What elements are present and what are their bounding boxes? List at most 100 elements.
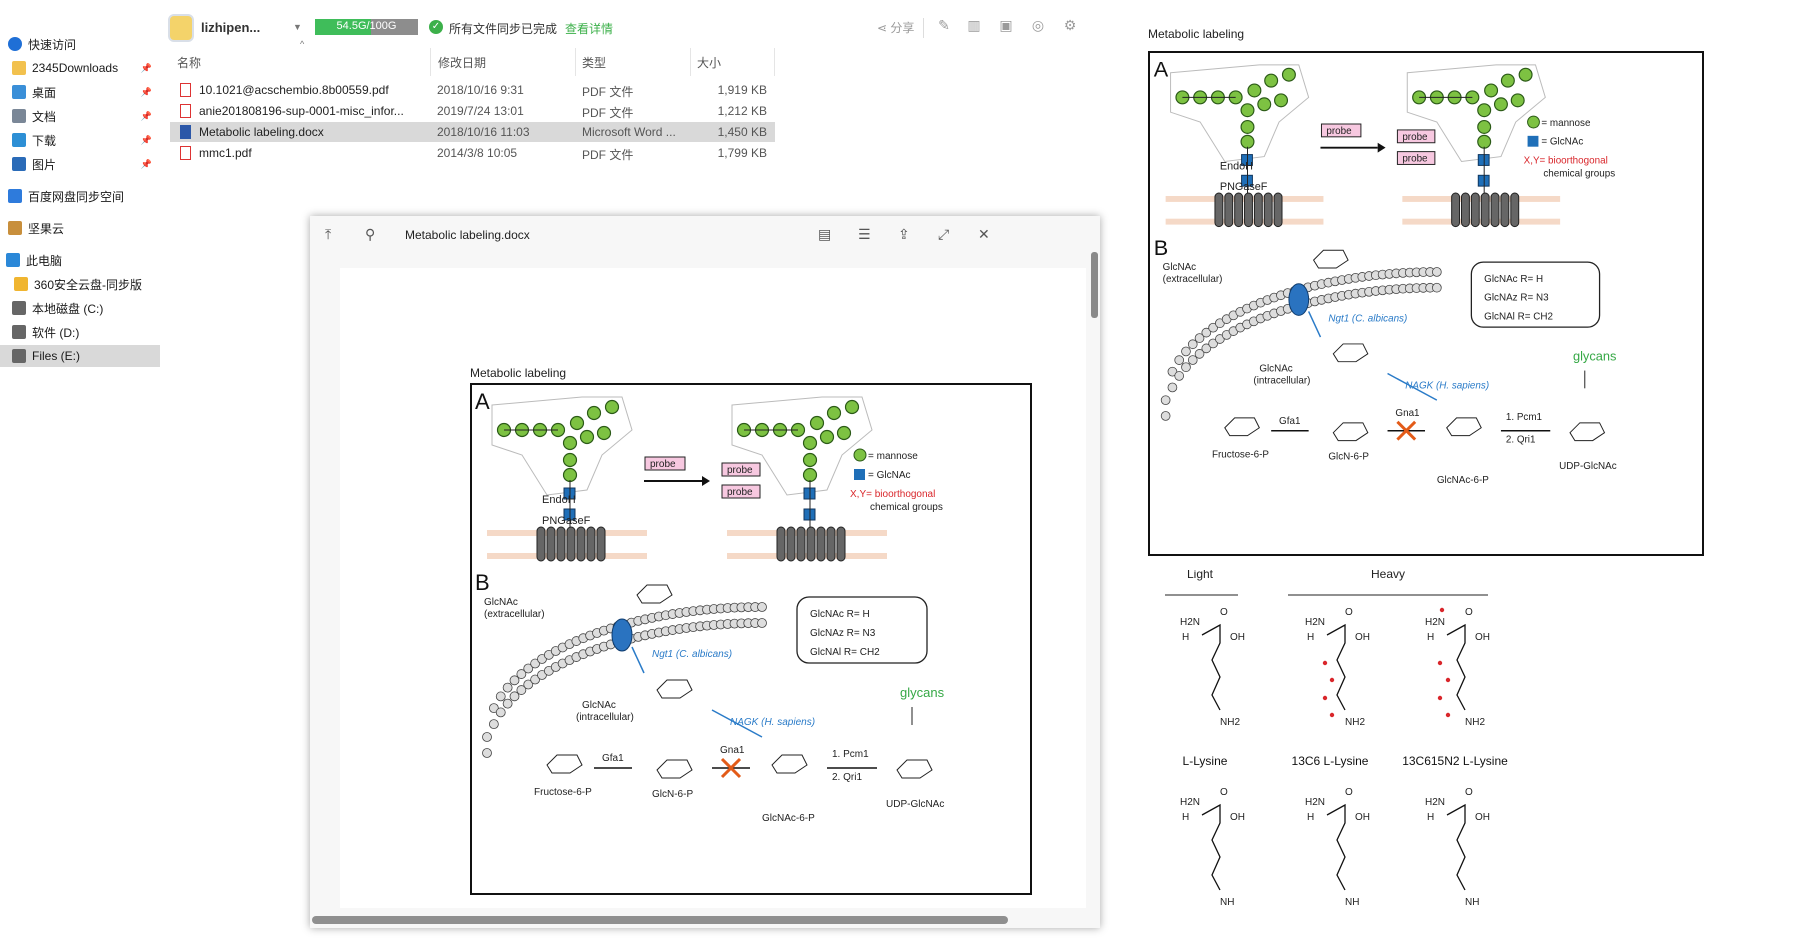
share-icon: ⋖ — [877, 21, 891, 35]
mannose-node — [1264, 73, 1279, 88]
globe-icon[interactable]: ◎ — [1029, 17, 1047, 35]
amine-label: H2N — [1425, 797, 1445, 808]
mannose-node — [1274, 93, 1289, 108]
pin-icon[interactable]: 📌 — [141, 87, 152, 98]
nh-label: NH — [1220, 897, 1234, 908]
h-label: H — [1307, 812, 1314, 823]
sugar-ring — [1332, 422, 1369, 442]
sidebar-item[interactable]: 桌面 📌 — [0, 81, 160, 103]
expand-icon[interactable]: ⤢ — [938, 226, 949, 243]
mannose-node — [1477, 103, 1492, 118]
file-row[interactable]: mmc1.pdf 2014/3/8 10:05 PDF 文件 1,799 KB — [170, 143, 775, 163]
header-date[interactable]: 修改日期 — [438, 54, 486, 78]
o-label: O — [1345, 787, 1353, 798]
amine-label: H2N — [1180, 617, 1200, 628]
open-file-icon[interactable]: ▤ — [818, 226, 831, 243]
lipid-head — [502, 682, 513, 693]
sidebar-item[interactable]: 百度网盘同步空间 — [0, 185, 160, 207]
disk-icon — [12, 349, 26, 363]
sugar-ring — [546, 754, 583, 774]
amine-label: H2N — [1425, 617, 1445, 628]
legend-mannose-label: = mannose — [868, 451, 918, 462]
image-icon[interactable]: ▣ — [997, 17, 1015, 35]
mannose-node — [604, 399, 620, 415]
header-size[interactable]: 大小 — [697, 54, 721, 78]
divider — [923, 18, 924, 38]
sugar-ring — [656, 759, 693, 779]
sidebar-item[interactable]: 2345Downloads 📌 — [0, 57, 160, 79]
carbon-chain — [1446, 803, 1466, 891]
trash-icon[interactable]: ▥ — [965, 17, 983, 35]
chevron-down-icon[interactable]: ▼ — [293, 22, 302, 32]
share-button[interactable]: ⋖ 分享 — [877, 19, 914, 36]
figure-heading: Metabolic labeling — [1148, 27, 1245, 41]
header-name[interactable]: 名称 — [177, 54, 201, 78]
helix — [1253, 192, 1263, 228]
mannose-node — [1484, 83, 1499, 98]
sugar-ring — [636, 584, 673, 604]
helix — [596, 526, 606, 562]
isotope-marker — [1445, 712, 1451, 718]
column-divider[interactable] — [575, 48, 576, 76]
file-row[interactable]: anie201808196-sup-0001-misc_infor... 201… — [170, 101, 775, 121]
sidebar-item-label: 下载 — [32, 133, 57, 148]
share-icon[interactable]: ⇪ — [898, 226, 910, 243]
pin-icon[interactable]: 📌 — [141, 159, 152, 170]
gear-icon[interactable]: ⚙ — [1061, 17, 1079, 35]
sidebar-item[interactable]: 文档 📌 — [0, 105, 160, 127]
light-header: Light — [1187, 570, 1214, 581]
sidebar-item[interactable]: 本地磁盘 (C:) — [0, 297, 160, 319]
probe-label: probe — [1402, 132, 1428, 143]
sidebar-item[interactable]: 快速访问 — [0, 33, 160, 55]
vertical-scrollbar[interactable] — [1091, 252, 1098, 318]
pngasef-label: PNGaseF — [1220, 181, 1268, 193]
carbon-chain — [1326, 623, 1346, 711]
helix — [536, 526, 546, 562]
file-size: 1,212 KB — [717, 104, 767, 118]
lysine-label: 13C6 L-Lysine — [1292, 754, 1369, 768]
column-divider[interactable] — [774, 48, 775, 76]
r-table-row: GlcNAl R= CH2 — [1484, 311, 1553, 322]
edit-icon[interactable]: ✎ — [935, 17, 953, 35]
header-type[interactable]: 类型 — [582, 54, 606, 78]
sidebar-item[interactable]: 此电脑 — [0, 249, 160, 271]
sidebar-item[interactable]: 360安全云盘-同步版 — [0, 273, 160, 295]
helix — [786, 526, 796, 562]
helix — [1273, 192, 1283, 228]
file-row[interactable]: 10.1021@acschembio.8b00559.pdf 2018/10/1… — [170, 80, 775, 100]
helix — [576, 526, 586, 562]
folder-icon — [12, 61, 26, 75]
column-divider[interactable] — [690, 48, 691, 76]
desktop-icon — [12, 85, 26, 99]
file-type: Microsoft Word ... — [582, 125, 676, 139]
lysine-structures: LightHeavyH2NHOOHNH2H2NHOOHNH2OHOHOHOHOH… — [1165, 570, 1508, 908]
file-row[interactable]: Metabolic labeling.docx 2018/10/16 11:03… — [170, 122, 775, 142]
avatar[interactable] — [168, 14, 194, 42]
mannose-node — [809, 415, 825, 431]
o-label: O — [1345, 607, 1353, 618]
list-icon[interactable]: ☰ — [858, 226, 871, 243]
disk-icon — [12, 301, 26, 315]
sidebar-item[interactable]: Files (E:) — [0, 345, 160, 367]
column-divider[interactable] — [430, 48, 431, 76]
sidebar-item[interactable]: 图片 📌 — [0, 153, 160, 175]
panel-label: B — [1154, 235, 1168, 260]
nut-cloud-icon — [8, 221, 22, 235]
sidebar-item-label: 坚果云 — [28, 221, 65, 236]
sugar-ring — [1312, 249, 1349, 269]
pin-icon[interactable]: 📌 — [141, 135, 152, 146]
glycans-label: glycans — [900, 685, 945, 700]
pin-icon[interactable]: 📌 — [141, 111, 152, 122]
helix — [1214, 192, 1224, 228]
details-link[interactable]: 查看详情 — [565, 20, 613, 37]
user-name[interactable]: lizhipen... — [201, 20, 260, 35]
sidebar-item[interactable]: 坚果云 — [0, 217, 160, 239]
sidebar-item[interactable]: 下载 📌 — [0, 129, 160, 151]
sidebar-item[interactable]: 软件 (D:) — [0, 321, 160, 343]
arrow — [631, 646, 645, 674]
pin-top-icon[interactable]: ⤒ — [325, 226, 331, 243]
pin-icon[interactable]: 📌 — [141, 63, 152, 74]
pin-icon[interactable]: ⚲ — [365, 226, 375, 243]
horizontal-scrollbar[interactable] — [312, 916, 1008, 924]
close-icon[interactable]: ✕ — [978, 226, 990, 243]
